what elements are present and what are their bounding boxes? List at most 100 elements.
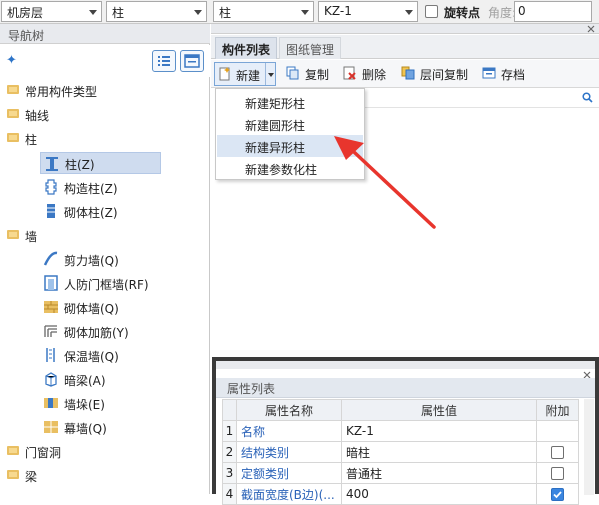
tree-item-beam[interactable]: 梁 xyxy=(0,464,209,486)
tree-item-hidden-beam[interactable]: 暗梁(A) xyxy=(40,368,200,390)
attribute-extra-cell xyxy=(536,420,579,442)
attribute-name: 名称 xyxy=(236,420,342,442)
attribute-value[interactable]: KZ-1 xyxy=(341,420,537,442)
masonry-column-icon xyxy=(47,204,55,218)
folder-icon xyxy=(7,446,19,455)
menu-item-label: 新建矩形柱 xyxy=(245,97,306,111)
attribute-panel-header: 属性列表 xyxy=(216,378,595,398)
rotate-point-checkbox[interactable] xyxy=(425,5,438,18)
tab-drawing-manager[interactable]: 图纸管理 xyxy=(279,37,342,59)
new-button[interactable]: 新建 xyxy=(214,62,276,86)
save-label: 存档 xyxy=(501,68,526,82)
table-row[interactable]: 3 定额类别 普通柱 xyxy=(222,462,579,484)
tree-item-label: 门窗洞 xyxy=(25,446,62,460)
table-row[interactable]: 2 结构类别 暗柱 xyxy=(222,441,579,463)
row-index: 1 xyxy=(222,420,237,442)
extra-checkbox[interactable] xyxy=(551,467,564,480)
tree-item-label: 梁 xyxy=(25,470,38,484)
extra-checkbox[interactable] xyxy=(551,446,564,459)
attribute-value[interactable]: 400 xyxy=(341,483,537,505)
floor-select-value: 机房层 xyxy=(7,6,44,20)
menu-item-label: 新建参数化柱 xyxy=(245,163,318,177)
list-view-button[interactable] xyxy=(152,50,176,72)
tree-item-masonry-column[interactable]: 砌体柱(Z) xyxy=(40,200,200,222)
shear-wall-icon xyxy=(43,251,58,266)
attribute-extra-cell xyxy=(536,441,579,463)
navigation-panel: 导航树 ✦ 常用构件类型 轴线 柱 柱(Z) 构造柱(Z) 砌体柱(Z) 墙 剪… xyxy=(0,24,210,494)
folder-icon xyxy=(7,109,19,118)
search-icon[interactable] xyxy=(582,92,593,103)
chevron-down-icon xyxy=(194,10,202,15)
category-select-value: 柱 xyxy=(112,6,125,20)
save-icon xyxy=(482,67,496,79)
floor-select[interactable]: 机房层 xyxy=(1,1,102,22)
tree-item-label: 砌体墙(Q) xyxy=(64,302,119,316)
floor-copy-label: 层间复制 xyxy=(420,68,469,82)
type-select-value: 柱 xyxy=(219,6,232,20)
component-search-input[interactable] xyxy=(364,88,599,108)
type-select[interactable]: 柱 xyxy=(213,1,314,22)
tree-item-axis[interactable]: 轴线 xyxy=(0,103,209,125)
tree-item-label: 剪力墙(Q) xyxy=(64,254,119,268)
tree-item-insulation-wall[interactable]: 保温墙(Q) xyxy=(40,344,200,366)
component-select[interactable]: KZ-1 xyxy=(318,1,418,22)
tree-item-label: 墙垛(E) xyxy=(64,398,105,412)
tree-item-label: 常用构件类型 xyxy=(25,85,98,99)
tree-item-label: 幕墙(Q) xyxy=(64,422,107,436)
component-select-value: KZ-1 xyxy=(324,4,352,18)
tree-item-curtain-wall[interactable]: 幕墙(Q) xyxy=(40,416,200,438)
header-cell-value: 属性值 xyxy=(341,399,537,421)
window-view-button[interactable] xyxy=(180,50,204,72)
add-icon[interactable]: ✦ xyxy=(6,53,17,68)
tree-item-door-window[interactable]: 门窗洞 xyxy=(0,440,209,462)
civil-door-wall-icon xyxy=(44,275,58,291)
tree-item-column[interactable]: 柱 xyxy=(0,127,209,149)
row-index: 4 xyxy=(222,483,237,505)
floor-copy-icon xyxy=(401,66,415,80)
tree-item-wall[interactable]: 墙 xyxy=(0,224,209,246)
menu-item-new-rect-column[interactable]: 新建矩形柱 xyxy=(217,91,363,113)
tree-item-common-types[interactable]: 常用构件类型 xyxy=(0,79,209,101)
list-view-icon xyxy=(158,56,170,66)
attribute-panel-title: 属性列表 xyxy=(227,382,276,396)
table-row[interactable]: 4 截面宽度(B边)(... 400 xyxy=(222,483,579,505)
tree-item-construct-column[interactable]: 构造柱(Z) xyxy=(40,176,200,198)
tree-item-shear-wall[interactable]: 剪力墙(Q) xyxy=(40,248,200,270)
masonry-rebar-icon xyxy=(44,325,57,337)
navigation-panel-title: 导航树 xyxy=(8,29,45,43)
tree-item-wall-pier[interactable]: 墙垛(E) xyxy=(40,392,200,414)
panel-header-strip xyxy=(211,24,599,34)
tree-item-masonry-wall[interactable]: 砌体墙(Q) xyxy=(40,296,200,318)
tree-item-label: 柱 xyxy=(25,133,38,147)
component-tabs: 构件列表 图纸管理 xyxy=(211,35,599,59)
tree-item-label: 人防门框墙(RF) xyxy=(64,278,149,292)
tree-item-civil-door-wall[interactable]: 人防门框墙(RF) xyxy=(40,272,200,294)
category-select[interactable]: 柱 xyxy=(106,1,207,22)
attribute-panel-strip xyxy=(216,361,595,369)
chevron-down-icon[interactable] xyxy=(268,73,274,77)
top-toolbar: 机房层 柱 柱 KZ-1 旋转点 角度: 0 xyxy=(0,0,599,24)
menu-item-label: 新建圆形柱 xyxy=(245,119,306,133)
extra-checkbox-checked[interactable] xyxy=(551,488,564,501)
tab-component-list[interactable]: 构件列表 xyxy=(215,37,278,59)
tree-item-column-z[interactable]: 柱(Z) xyxy=(40,152,161,174)
attribute-value[interactable]: 普通柱 xyxy=(341,462,537,484)
attribute-value[interactable]: 暗柱 xyxy=(341,441,537,463)
vertical-scrollbar[interactable] xyxy=(584,399,594,495)
header-cell-index xyxy=(222,399,237,421)
close-icon[interactable] xyxy=(587,25,595,33)
attribute-name: 结构类别 xyxy=(236,441,342,463)
window-view-icon xyxy=(184,54,200,68)
row-index: 2 xyxy=(222,441,237,463)
tree-item-masonry-rebar[interactable]: 砌体加筋(Y) xyxy=(40,320,200,342)
new-file-icon xyxy=(219,67,230,81)
wall-pier-icon xyxy=(44,398,58,408)
chevron-down-icon xyxy=(89,10,97,15)
angle-input[interactable]: 0 xyxy=(514,1,592,22)
curtain-wall-icon xyxy=(44,421,58,433)
folder-open-icon xyxy=(7,133,19,142)
copy-icon xyxy=(286,66,299,80)
chevron-down-icon xyxy=(301,10,309,15)
table-row[interactable]: 1 名称 KZ-1 xyxy=(222,420,579,442)
insulation-wall-icon xyxy=(46,348,55,362)
